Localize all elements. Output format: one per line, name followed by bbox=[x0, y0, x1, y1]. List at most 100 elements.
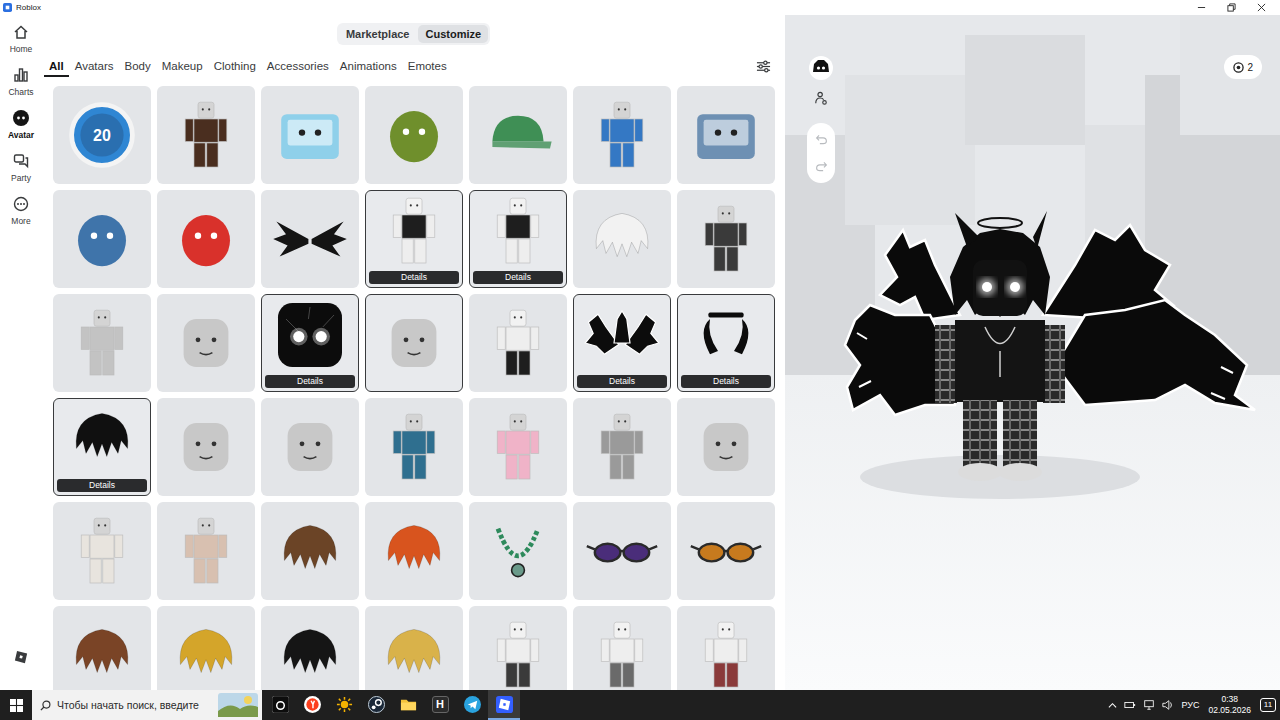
item-tile[interactable] bbox=[469, 606, 567, 690]
category-tab[interactable]: Accessories bbox=[262, 56, 334, 77]
clock[interactable]: 0:3802.05.2026 bbox=[1206, 694, 1253, 716]
item-tile[interactable] bbox=[677, 190, 775, 288]
body-settings-button[interactable] bbox=[810, 87, 832, 109]
equipped-count-badge[interactable]: 2 bbox=[1224, 55, 1262, 79]
item-tile[interactable] bbox=[157, 398, 255, 496]
minimize-button[interactable] bbox=[1186, 0, 1216, 15]
item-tile[interactable] bbox=[365, 606, 463, 690]
mode-tab[interactable]: Marketplace bbox=[339, 25, 417, 43]
item-tile[interactable] bbox=[157, 86, 255, 184]
nav-item[interactable]: Home bbox=[0, 24, 42, 67]
item-tile[interactable]: Details bbox=[53, 398, 151, 496]
network-icon[interactable] bbox=[1143, 699, 1155, 711]
details-label[interactable]: Details bbox=[577, 375, 667, 388]
details-label[interactable]: Details bbox=[473, 271, 563, 284]
language-indicator[interactable]: РУС bbox=[1181, 700, 1199, 710]
item-tile[interactable] bbox=[53, 294, 151, 392]
figure-icon bbox=[582, 407, 662, 487]
item-tile[interactable] bbox=[365, 502, 463, 600]
item-tile[interactable] bbox=[573, 606, 671, 690]
nav-item[interactable]: More bbox=[0, 196, 42, 239]
close-button[interactable] bbox=[1246, 0, 1276, 15]
item-tile[interactable] bbox=[157, 502, 255, 600]
item-tile[interactable]: Details bbox=[365, 190, 463, 288]
search-icon bbox=[40, 700, 51, 711]
item-tile[interactable] bbox=[573, 86, 671, 184]
item-tile[interactable] bbox=[53, 606, 151, 690]
category-tab[interactable]: Body bbox=[119, 56, 155, 77]
item-tile[interactable] bbox=[469, 294, 567, 392]
item-tile[interactable] bbox=[677, 86, 775, 184]
undo-icon[interactable] bbox=[815, 133, 828, 146]
volume-icon[interactable] bbox=[1162, 699, 1174, 711]
details-label[interactable]: Details bbox=[681, 375, 771, 388]
avatar-preview[interactable] bbox=[785, 15, 1280, 690]
item-tile[interactable]: Details bbox=[573, 294, 671, 392]
nav-item[interactable]: Party bbox=[0, 153, 42, 196]
taskbar-app[interactable] bbox=[360, 690, 392, 720]
restore-button[interactable] bbox=[1216, 0, 1246, 15]
item-tile[interactable] bbox=[677, 398, 775, 496]
figure-icon bbox=[478, 407, 558, 487]
nav-item[interactable]: Charts bbox=[0, 67, 42, 110]
item-tile[interactable] bbox=[261, 86, 359, 184]
taskbar-app[interactable] bbox=[456, 690, 488, 720]
item-tile[interactable]: Details bbox=[469, 190, 567, 288]
details-label[interactable]: Details bbox=[265, 375, 355, 388]
roblox-logo-icon[interactable] bbox=[14, 650, 28, 664]
item-tile[interactable] bbox=[157, 294, 255, 392]
chevron-up-icon[interactable] bbox=[1108, 701, 1117, 710]
notifications-button[interactable]: 11 bbox=[1260, 698, 1276, 712]
shirt-icon bbox=[374, 191, 454, 271]
mode-tab[interactable]: Customize bbox=[418, 25, 488, 43]
redo-icon[interactable] bbox=[815, 160, 828, 173]
wings-icon bbox=[270, 199, 350, 279]
details-label[interactable]: Details bbox=[369, 271, 459, 284]
item-tile[interactable] bbox=[677, 502, 775, 600]
start-button[interactable] bbox=[0, 690, 32, 720]
nav-item[interactable]: Avatar bbox=[0, 110, 42, 153]
item-tile[interactable] bbox=[469, 502, 567, 600]
item-tile[interactable] bbox=[157, 190, 255, 288]
details-label[interactable]: Details bbox=[57, 479, 147, 492]
item-tile[interactable] bbox=[573, 502, 671, 600]
taskbar-app[interactable] bbox=[264, 690, 296, 720]
item-tile[interactable] bbox=[365, 294, 463, 392]
item-tile[interactable]: 20 bbox=[53, 86, 151, 184]
item-tile[interactable]: Details bbox=[677, 294, 775, 392]
search-field[interactable]: Чтобы начать поиск, введите bbox=[32, 690, 262, 720]
item-tile[interactable] bbox=[157, 606, 255, 690]
item-tile[interactable] bbox=[573, 190, 671, 288]
item-tile[interactable] bbox=[261, 398, 359, 496]
item-tile[interactable] bbox=[53, 502, 151, 600]
item-tile[interactable] bbox=[261, 606, 359, 690]
item-tile[interactable] bbox=[53, 190, 151, 288]
item-tile[interactable] bbox=[261, 190, 359, 288]
item-tile[interactable] bbox=[261, 502, 359, 600]
item-tile[interactable] bbox=[469, 398, 567, 496]
category-tab[interactable]: Emotes bbox=[403, 56, 452, 77]
category-tab[interactable]: Makeup bbox=[157, 56, 208, 77]
battery-icon[interactable] bbox=[1124, 699, 1136, 711]
category-tab[interactable]: All bbox=[44, 56, 69, 77]
taskbar-app[interactable] bbox=[488, 690, 520, 720]
taskbar-app[interactable] bbox=[392, 690, 424, 720]
taskbar-app[interactable] bbox=[328, 690, 360, 720]
item-tile[interactable] bbox=[573, 398, 671, 496]
filter-icon[interactable] bbox=[756, 59, 771, 74]
item-tile[interactable]: Details bbox=[261, 294, 359, 392]
system-tray: РУС 0:3802.05.2026 11 bbox=[1108, 694, 1280, 716]
category-tab[interactable]: Avatars bbox=[70, 56, 119, 77]
taskbar-app[interactable]: H bbox=[424, 690, 456, 720]
item-tile[interactable] bbox=[469, 86, 567, 184]
item-tile[interactable] bbox=[365, 86, 463, 184]
figure-icon bbox=[582, 95, 662, 175]
dragons-icon bbox=[582, 295, 662, 375]
category-tab[interactable]: Clothing bbox=[209, 56, 261, 77]
category-tab[interactable]: Animations bbox=[335, 56, 402, 77]
necklace-icon bbox=[478, 511, 558, 591]
taskbar-app[interactable] bbox=[296, 690, 328, 720]
item-tile[interactable] bbox=[365, 398, 463, 496]
avatar-thumbnail-button[interactable] bbox=[808, 55, 834, 81]
item-tile[interactable] bbox=[677, 606, 775, 690]
